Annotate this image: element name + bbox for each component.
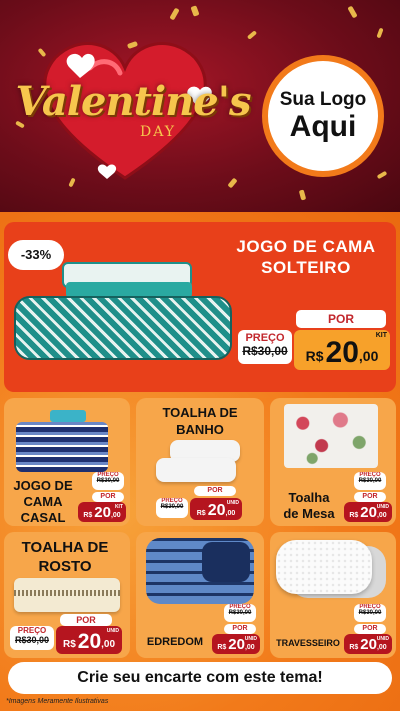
price-int: 20 xyxy=(360,636,377,653)
unit-label: UNID xyxy=(226,500,239,506)
por-label: POR xyxy=(354,492,386,502)
logo-placeholder[interactable]: Sua Logo Aqui xyxy=(262,55,384,177)
price-cents: ,00 xyxy=(244,644,255,651)
old-price-box: PREÇO R$30,00 xyxy=(92,472,124,490)
currency: R$ xyxy=(217,644,227,651)
price-int: 20 xyxy=(228,636,245,653)
valentines-title: Valentine's xyxy=(15,78,252,125)
tablecloth-image xyxy=(284,404,378,468)
product-title: TOALHA DE BANHO xyxy=(150,404,250,438)
unit-label: UNID xyxy=(106,628,119,634)
old-price: R$30,00 xyxy=(358,478,382,484)
confetti xyxy=(246,30,258,40)
currency: R$ xyxy=(349,512,359,519)
unit-label: KIT xyxy=(114,504,123,510)
create-flyer-cta[interactable]: Crie seu encarte com este tema! xyxy=(8,662,392,694)
featured-title-line-1: JOGO DE CAMA xyxy=(236,237,376,256)
old-price: R$30,00 xyxy=(14,635,50,645)
price-cents: ,00 xyxy=(358,348,379,364)
currency: R$ xyxy=(62,639,76,650)
confetti xyxy=(376,27,384,39)
product-title-line-1: JOGO DE xyxy=(13,478,73,493)
new-price: R$ 20 ,00 UNID xyxy=(56,626,122,654)
product-title-line-3: CASAL xyxy=(20,510,66,525)
product-title-line-1: TOALHA DE xyxy=(162,405,238,420)
valentines-subtitle: DAY xyxy=(139,124,176,140)
currency: R$ xyxy=(196,510,206,517)
confetti xyxy=(376,170,388,180)
featured-new-price: R$ 20 ,00 KIT xyxy=(294,330,390,370)
price-cents: ,00 xyxy=(376,512,387,519)
old-price: R$30,00 xyxy=(358,610,382,616)
old-price-box: PREÇO R$30,00 xyxy=(354,472,386,490)
bath-towel-image xyxy=(156,440,244,484)
price-cents: ,00 xyxy=(225,510,236,517)
price-label: PREÇO xyxy=(245,332,285,344)
old-price: R$30,00 xyxy=(242,344,288,358)
price-label: PREÇO xyxy=(17,626,47,635)
currency: R$ xyxy=(349,644,359,651)
old-price: R$30,00 xyxy=(96,478,120,484)
old-price-box: PREÇO R$30,00 xyxy=(156,498,188,518)
unit-label: UNID xyxy=(244,636,257,642)
logo-line-2: Aqui xyxy=(289,110,357,143)
price-cents: ,00 xyxy=(101,639,116,650)
comforter-image xyxy=(142,538,258,604)
product-title-line-2: CAMA xyxy=(23,494,63,509)
price-cents: ,00 xyxy=(376,644,387,651)
old-price: R$30,00 xyxy=(228,610,252,616)
product-title: TOALHA DE ROSTO xyxy=(10,538,120,576)
confetti xyxy=(347,5,358,19)
old-price-box: PREÇO R$30,00 xyxy=(354,604,386,622)
price-int: 20 xyxy=(325,336,359,369)
unit-label: UNID xyxy=(376,504,389,510)
price-int: 20 xyxy=(77,630,102,653)
header-banner: Valentine's DAY Sua Logo Aqui xyxy=(0,0,400,212)
bedding-set-image xyxy=(14,262,236,362)
unit-label: UNID xyxy=(376,636,389,642)
currency: R$ xyxy=(83,512,93,519)
product-title-line-2: BANHO xyxy=(176,422,224,437)
por-label: POR xyxy=(92,492,124,502)
price-int: 20 xyxy=(207,502,226,519)
new-price: R$ 20 ,00 KIT xyxy=(78,502,126,522)
product-title: TRAVESSEIRO xyxy=(276,638,340,648)
pillow-image xyxy=(276,540,388,600)
new-price: R$ 20 ,00 UNID xyxy=(344,634,392,654)
product-title: JOGO DE CAMA CASAL xyxy=(8,478,78,526)
product-title: EDREDOM xyxy=(146,636,204,648)
product-title-line-2: de Mesa xyxy=(283,506,335,521)
featured-title-line-2: SOLTEIRO xyxy=(261,258,351,277)
featured-title: JOGO DE CAMA SOLTEIRO xyxy=(226,236,386,278)
old-price: R$30,00 xyxy=(160,504,184,510)
confetti xyxy=(227,177,238,189)
por-label: POR xyxy=(60,614,112,626)
por-label: POR xyxy=(296,310,386,328)
disclaimer: *Imagens Meramente Ilustrativas xyxy=(6,698,109,705)
confetti xyxy=(169,7,180,21)
price-int: 20 xyxy=(360,504,377,521)
product-title-line-1: TOALHA DE xyxy=(21,539,109,556)
por-label: POR xyxy=(354,624,386,634)
product-title: Toalha de Mesa xyxy=(276,490,342,522)
new-price: R$ 20 ,00 UNID xyxy=(190,498,242,520)
confetti xyxy=(298,189,307,201)
currency: R$ xyxy=(305,348,324,364)
unit-label: KIT xyxy=(375,332,387,339)
old-price-box: PREÇO R$30,00 xyxy=(10,626,54,650)
product-title-line-2: ROSTO xyxy=(38,558,92,575)
new-price: R$ 20 ,00 UNID xyxy=(212,634,260,654)
confetti xyxy=(190,5,200,17)
product-title-line-1: Toalha xyxy=(288,490,330,505)
por-label: POR xyxy=(224,624,256,634)
bedding-casal-image xyxy=(16,410,108,472)
price-int: 20 xyxy=(94,504,111,521)
old-price-box: PREÇO R$30,00 xyxy=(224,604,256,622)
new-price: R$ 20 ,00 UNID xyxy=(344,502,392,522)
por-label: POR xyxy=(194,486,236,496)
face-towel-image xyxy=(14,578,120,614)
featured-old-price-box: PREÇO R$30,00 xyxy=(238,330,292,364)
logo-line-1: Sua Logo xyxy=(279,89,367,110)
price-cents: ,00 xyxy=(110,512,121,519)
